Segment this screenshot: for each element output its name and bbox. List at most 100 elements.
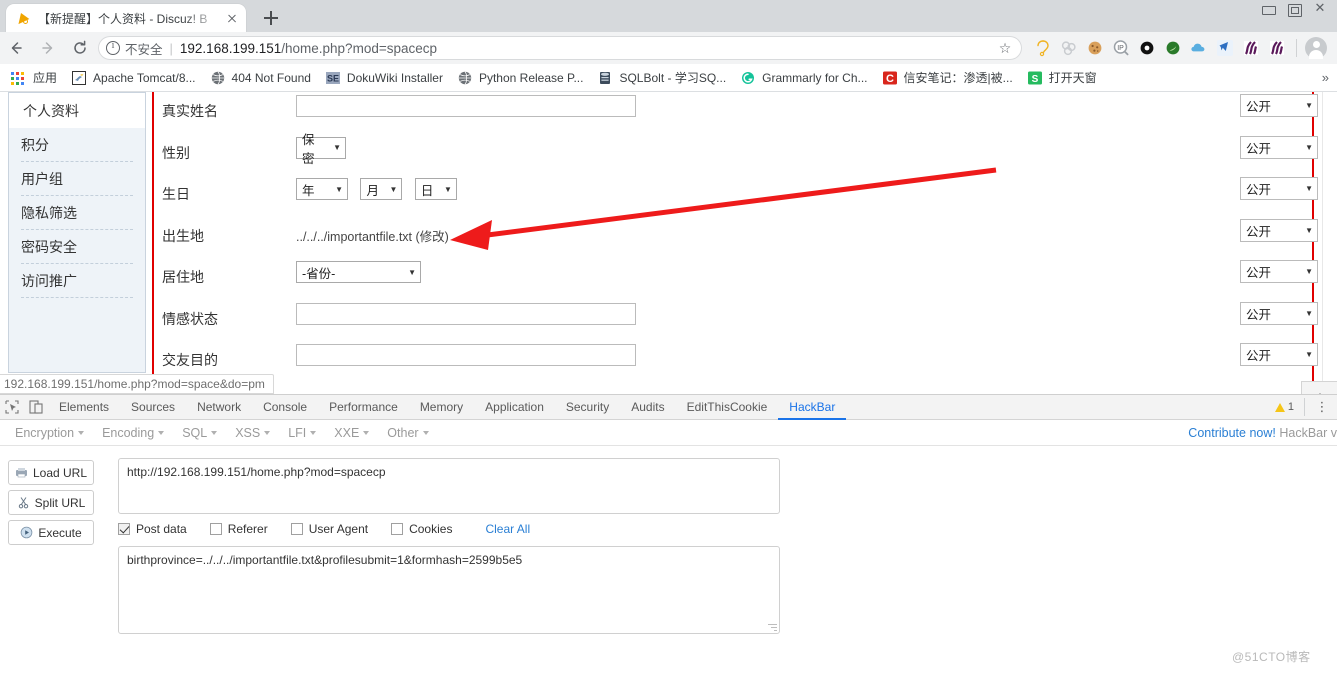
load-url-button[interactable]: Load URL (8, 460, 94, 485)
option-user-agent[interactable]: User Agent (290, 522, 368, 536)
menu-xss[interactable]: XSS (226, 426, 279, 440)
bookmark-apps[interactable]: 应用 (4, 67, 64, 89)
black-ring-icon[interactable] (1134, 35, 1160, 61)
back-icon[interactable] (0, 32, 32, 64)
green-circle-icon[interactable] (1160, 35, 1186, 61)
privacy-select-birthplace[interactable]: 公开 ▼ (1240, 218, 1318, 242)
reload-icon[interactable] (64, 32, 96, 64)
tab-security[interactable]: Security (555, 395, 620, 420)
bookmarks-overflow-icon[interactable]: » (1314, 70, 1337, 85)
sidebar-item-profile[interactable]: 个人资料 (8, 92, 146, 128)
contribute-link[interactable]: Contribute now! (1188, 426, 1276, 440)
profile-avatar[interactable] (1305, 37, 1327, 59)
blue-bird-icon[interactable] (1212, 35, 1238, 61)
url-input[interactable] (118, 458, 780, 514)
menu-sql[interactable]: SQL (173, 426, 226, 440)
sidebar-item-password[interactable]: 密码安全 (21, 230, 133, 264)
menu-encoding[interactable]: Encoding (93, 426, 173, 440)
purple-ss-icon-1[interactable] (1238, 35, 1264, 61)
cookie-icon[interactable] (1082, 35, 1108, 61)
textarea-resize-handle[interactable] (766, 621, 778, 633)
info-icon[interactable] (106, 40, 120, 55)
option-referer[interactable]: Referer (209, 522, 268, 536)
tab-network[interactable]: Network (186, 395, 252, 420)
menu-encryption[interactable]: Encryption (6, 426, 93, 440)
lookingfor-input[interactable] (296, 344, 636, 366)
magnifier-lasso-icon[interactable] (1030, 35, 1056, 61)
url-path: /home.php?mod=spacecp (281, 40, 437, 56)
menu-xxe[interactable]: XXE (325, 426, 378, 440)
execute-button[interactable]: Execute (8, 520, 94, 545)
inspect-element-icon[interactable] (0, 395, 24, 419)
split-url-button[interactable]: Split URL (8, 490, 94, 515)
option-post-data[interactable]: Post data (118, 522, 187, 536)
tab-application[interactable]: Application (474, 395, 555, 420)
cloud-icon[interactable] (1186, 35, 1212, 61)
tab-title: 【新提醒】个人资料 - Discuz! B (38, 11, 208, 26)
tab-console[interactable]: Console (252, 395, 318, 420)
birthplace-value[interactable]: ../../../importantfile.txt (修改) (296, 230, 449, 244)
close-window-icon[interactable]: ✕ (1307, 0, 1333, 18)
gender-select[interactable]: 保密 ▼ (296, 133, 346, 166)
purple-ss-icon-2[interactable] (1264, 35, 1290, 61)
birth-day-select[interactable]: 日 ▼ (414, 178, 457, 200)
maximize-icon[interactable] (1281, 0, 1307, 18)
option-cookies[interactable]: Cookies (391, 522, 452, 536)
sidebar-item-privacy[interactable]: 隐私筛选 (21, 196, 133, 230)
chevron-down-icon: ▼ (1305, 101, 1313, 110)
close-icon[interactable] (224, 10, 240, 26)
menu-lfi[interactable]: LFI (279, 426, 325, 440)
bookmark-item[interactable]: Grammarly for Ch... (733, 67, 874, 89)
post-data-input[interactable] (118, 546, 780, 634)
relationship-input[interactable] (296, 302, 636, 325)
bookmark-star-icon[interactable]: ☆ (996, 40, 1014, 57)
devtools-menu-icon[interactable]: ⋮ (1315, 400, 1329, 413)
sidebar-item-promotion[interactable]: 访问推广 (21, 264, 133, 298)
option-label: Cookies (409, 522, 453, 536)
tab-editthiscookie[interactable]: EditThisCookie (676, 395, 779, 420)
tab-hackbar[interactable]: HackBar (778, 395, 846, 420)
province-select[interactable]: -省份- ▼ (296, 261, 421, 283)
privacy-select-relationship[interactable]: 公开 ▼ (1240, 301, 1318, 325)
new-tab-button[interactable] (258, 6, 284, 30)
user-agent-checkbox[interactable] (290, 523, 303, 535)
privacy-select-realname[interactable]: 公开 ▼ (1240, 94, 1318, 117)
birth-month-select[interactable]: 月 ▼ (360, 178, 403, 200)
bookmark-item[interactable]: SE DokuWiki Installer (318, 67, 450, 89)
tab-elements[interactable]: Elements (48, 395, 120, 420)
bookmark-item[interactable]: C 信安笔记：渗透|被... (875, 67, 1020, 89)
se-icon: SE (325, 70, 341, 86)
address-bar[interactable]: 不安全 | 192.168.199.151 /home.php?mod=spac… (98, 36, 1022, 60)
tab-performance[interactable]: Performance (318, 395, 409, 420)
bookmark-item[interactable]: S 打开天窗 (1020, 67, 1104, 89)
clear-all-link[interactable]: Clear All (485, 522, 530, 536)
tab-audits[interactable]: Audits (620, 395, 675, 420)
tab-memory[interactable]: Memory (409, 395, 474, 420)
bookmark-item[interactable]: SQLBolt - 学习SQ... (590, 67, 733, 89)
realname-input[interactable] (296, 95, 636, 117)
privacy-select-birthday[interactable]: 公开 ▼ (1240, 177, 1318, 200)
cookies-checkbox[interactable] (391, 523, 404, 535)
scroll-to-top-button[interactable] (1301, 381, 1337, 394)
ip-lookup-icon[interactable]: IP (1108, 35, 1134, 61)
bookmark-item[interactable]: Apache Tomcat/8... (64, 67, 203, 89)
privacy-select-lookingfor[interactable]: 公开 ▼ (1240, 343, 1318, 366)
device-toolbar-icon[interactable] (24, 395, 48, 419)
bookmark-item[interactable]: Python Release P... (450, 67, 591, 89)
warning-badge[interactable]: 1 (1274, 401, 1294, 413)
referer-checkbox[interactable] (209, 523, 222, 535)
forward-icon[interactable] (32, 32, 64, 64)
link-chain-icon[interactable] (1056, 35, 1082, 61)
tab-sources[interactable]: Sources (120, 395, 186, 420)
privacy-select-residence[interactable]: 公开 ▼ (1240, 260, 1318, 283)
page-scrollbar[interactable] (1322, 92, 1337, 394)
browser-tab[interactable]: 【新提醒】个人资料 - Discuz! B (6, 4, 246, 32)
post-data-checkbox[interactable] (118, 523, 130, 535)
minimize-icon[interactable] (1255, 0, 1281, 18)
privacy-select-gender[interactable]: 公开 ▼ (1240, 135, 1318, 159)
sidebar-item-usergroup[interactable]: 用户组 (21, 162, 133, 196)
birth-year-select[interactable]: 年 ▼ (296, 178, 348, 200)
sidebar-item-credits[interactable]: 积分 (21, 128, 133, 162)
menu-other[interactable]: Other (378, 426, 437, 440)
bookmark-item[interactable]: 404 Not Found (203, 67, 318, 89)
